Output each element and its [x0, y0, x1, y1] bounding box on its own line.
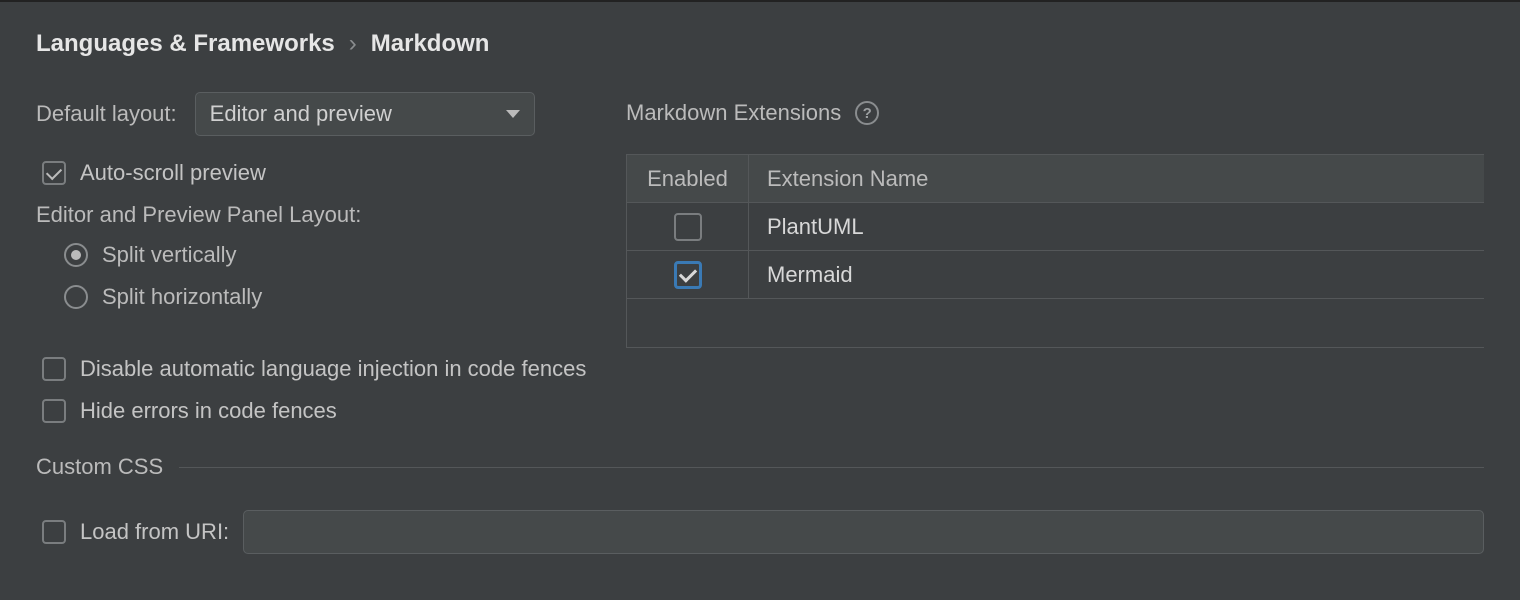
auto-scroll-label: Auto-scroll preview	[80, 160, 266, 186]
split-vertically-row[interactable]: Split vertically	[64, 242, 596, 268]
load-uri-input[interactable]	[243, 510, 1484, 554]
disable-injection-label: Disable automatic language injection in …	[80, 356, 586, 382]
load-uri-row[interactable]: Load from URI:	[42, 519, 229, 545]
table-row[interactable]: PlantUML	[627, 203, 1484, 251]
breadcrumb-current: Markdown	[371, 30, 490, 58]
panel-layout-label: Editor and Preview Panel Layout:	[36, 202, 596, 228]
hide-errors-row[interactable]: Hide errors in code fences	[42, 398, 1484, 424]
custom-css-title: Custom CSS	[36, 454, 163, 480]
help-icon[interactable]: ?	[855, 101, 879, 125]
disable-injection-row[interactable]: Disable automatic language injection in …	[42, 356, 1484, 382]
extension-name: Mermaid	[749, 251, 1484, 298]
extensions-table: Enabled Extension Name PlantUML Mermaid	[626, 154, 1484, 348]
auto-scroll-checkbox[interactable]	[42, 161, 66, 185]
breadcrumb-parent[interactable]: Languages & Frameworks	[36, 30, 335, 58]
split-vertically-radio[interactable]	[64, 243, 88, 267]
extension-name: PlantUML	[749, 203, 1484, 250]
extension-enabled-checkbox[interactable]	[674, 261, 702, 289]
split-vertically-label: Split vertically	[102, 242, 236, 268]
table-row[interactable]: Mermaid	[627, 251, 1484, 299]
chevron-down-icon	[506, 110, 520, 118]
breadcrumb: Languages & Frameworks › Markdown	[36, 30, 1484, 58]
chevron-right-icon: ›	[349, 30, 357, 58]
default-layout-select[interactable]: Editor and preview	[195, 92, 535, 136]
col-enabled[interactable]: Enabled	[627, 155, 749, 202]
load-uri-checkbox[interactable]	[42, 520, 66, 544]
hide-errors-checkbox[interactable]	[42, 399, 66, 423]
extension-enabled-checkbox[interactable]	[674, 213, 702, 241]
default-layout-value: Editor and preview	[210, 101, 392, 127]
split-horizontally-row[interactable]: Split horizontally	[64, 284, 596, 310]
auto-scroll-row[interactable]: Auto-scroll preview	[42, 160, 596, 186]
default-layout-label: Default layout:	[36, 101, 177, 127]
col-extension-name[interactable]: Extension Name	[749, 166, 1484, 192]
split-horizontally-radio[interactable]	[64, 285, 88, 309]
custom-css-separator: Custom CSS	[36, 454, 1484, 480]
extensions-table-header: Enabled Extension Name	[627, 155, 1484, 203]
separator-line	[179, 467, 1484, 468]
extensions-title: Markdown Extensions	[626, 100, 841, 126]
hide-errors-label: Hide errors in code fences	[80, 398, 337, 424]
split-horizontally-label: Split horizontally	[102, 284, 262, 310]
load-uri-label: Load from URI:	[80, 519, 229, 545]
disable-injection-checkbox[interactable]	[42, 357, 66, 381]
